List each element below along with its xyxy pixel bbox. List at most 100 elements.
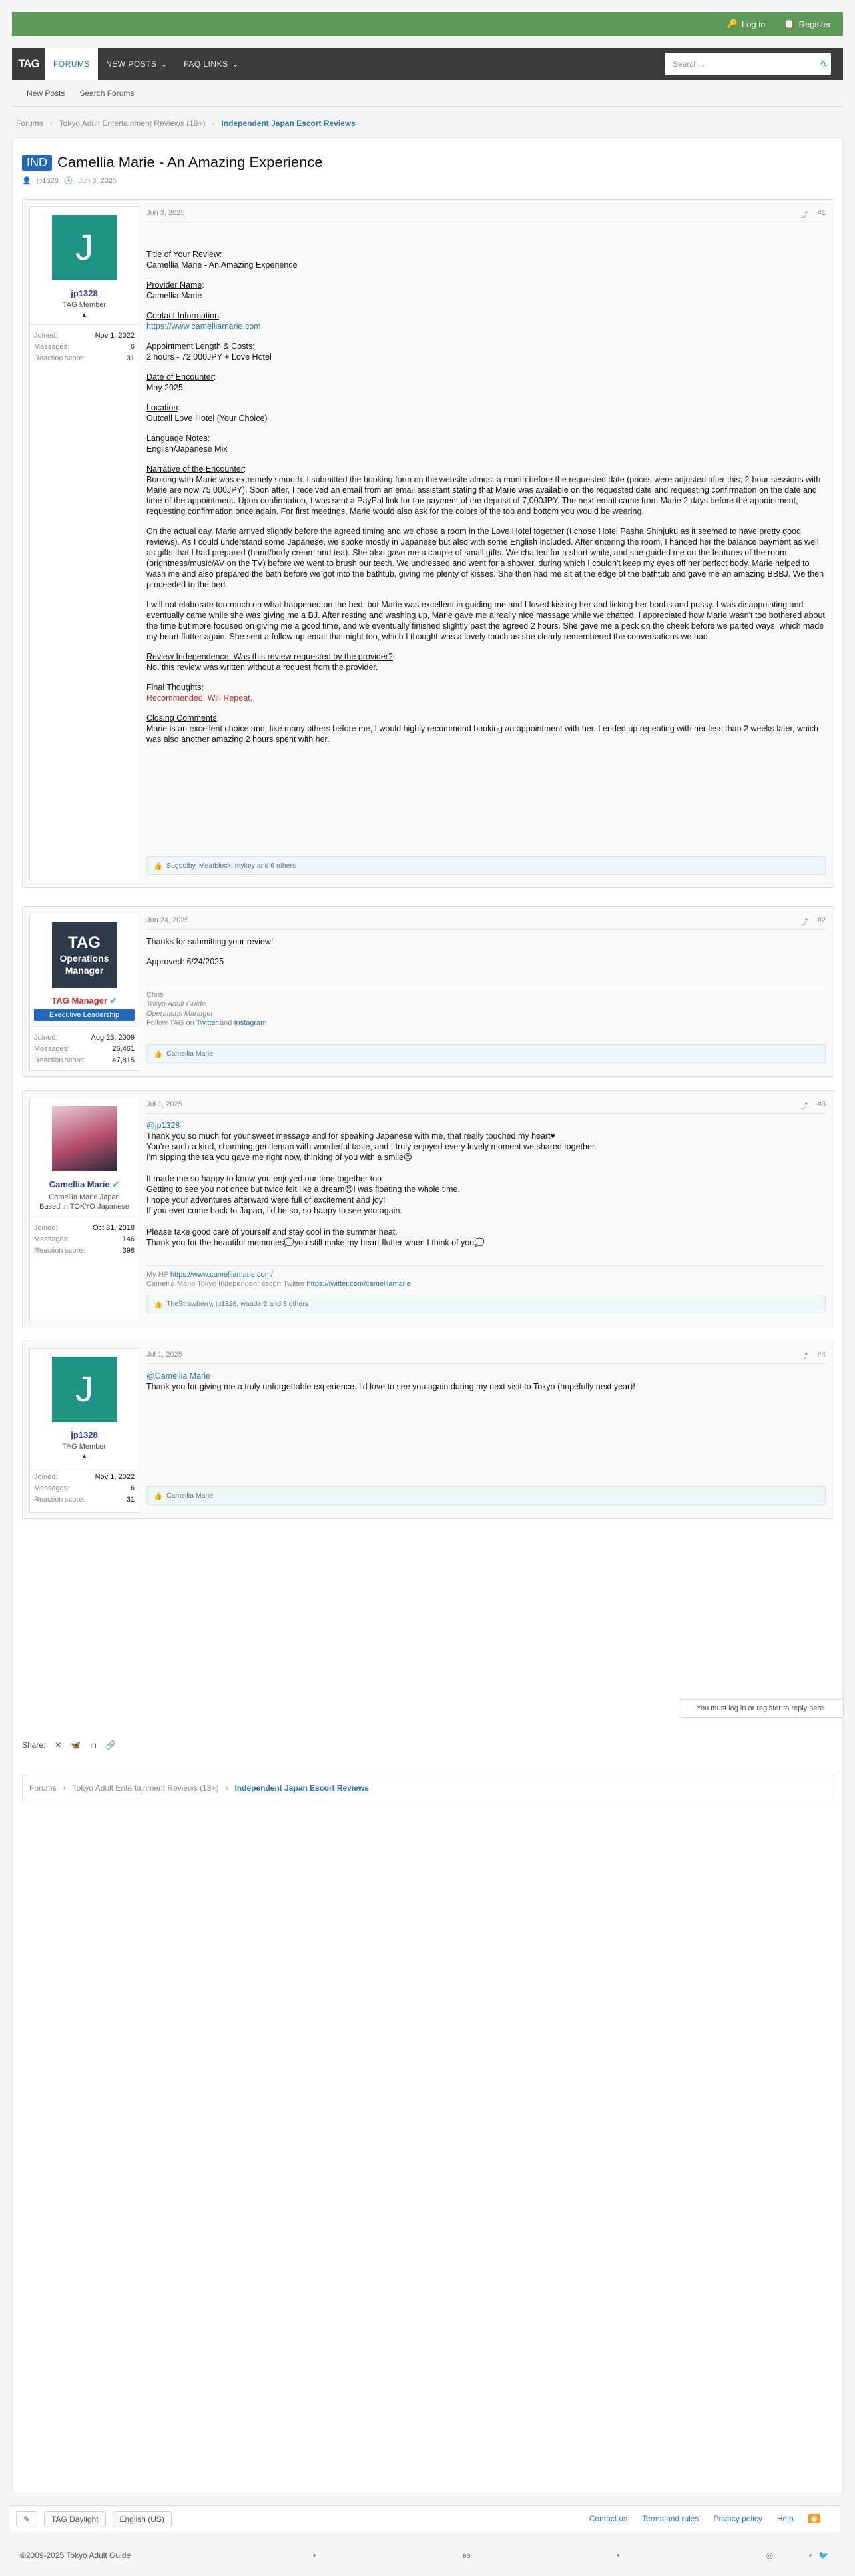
- login-link[interactable]: 🔑 Log in: [727, 19, 766, 29]
- breadcrumb-forums[interactable]: Forums: [16, 119, 43, 128]
- breadcrumb-current[interactable]: Independent Japan Escort Reviews: [221, 119, 355, 128]
- share-icon[interactable]: ⤴: [801, 916, 808, 927]
- linkedin-icon[interactable]: in: [90, 1740, 96, 1750]
- contact-link[interactable]: Contact us: [589, 2514, 627, 2523]
- reactions-bar[interactable]: 👍 Sugodiby, Meatblock, mykey and 6 others: [146, 856, 826, 875]
- page-title: Camellia Marie - An Amazing Experience: [57, 154, 323, 170]
- signature: Chris Tokyo Adult Guide Operations Manag…: [146, 986, 826, 1028]
- privacy-link[interactable]: Privacy policy: [713, 2514, 762, 2523]
- post-number[interactable]: #4: [818, 1351, 826, 1361]
- post-number[interactable]: #2: [818, 916, 826, 927]
- share-icon[interactable]: ⤴: [801, 1351, 808, 1361]
- post-4: J jp1328 TAG Member ▲ Joined: Nov 1, 2022…: [22, 1341, 834, 1519]
- search-icon[interactable]: [812, 57, 827, 71]
- thread-author[interactable]: jp1328: [37, 177, 59, 185]
- homepage-link[interactable]: https://www.camelliamarie.com/: [170, 1271, 273, 1279]
- mention-link[interactable]: @Camellia Marie: [146, 1371, 210, 1381]
- username[interactable]: jp1328: [30, 1430, 139, 1440]
- reactions-bar[interactable]: 👍 Camellia Marie: [146, 1486, 826, 1505]
- tab-new-posts[interactable]: NEW POSTS ⌄: [98, 48, 176, 80]
- post-date[interactable]: Jul 1, 2025: [146, 1100, 182, 1108]
- user-card: Camellia Marie ✔ Camellia Marie Japan Ba…: [29, 1098, 139, 1321]
- twitter-link[interactable]: https://twitter.com/camelliamarie: [307, 1280, 412, 1288]
- avatar[interactable]: J: [51, 1357, 117, 1422]
- share-icon[interactable]: ⤴: [801, 209, 808, 220]
- instagram-link[interactable]: Instagram: [234, 1019, 266, 1027]
- twitter-icon[interactable]: 🐦: [818, 2551, 828, 2560]
- post-header: Jul 1, 2025 ⤴ #4: [146, 1351, 826, 1364]
- avatar[interactable]: J: [51, 215, 117, 280]
- search-input[interactable]: Search...: [665, 53, 831, 75]
- footer-social: • ʚɞ • ◎: [313, 2551, 773, 2560]
- post-header: Jun 24, 2025 ⤴ #2: [146, 916, 826, 930]
- footer-links: Contact us Terms and rules Privacy polic…: [589, 2514, 820, 2523]
- search-forums-link[interactable]: Search Forums: [79, 89, 134, 98]
- post-date[interactable]: Jun 3, 2025: [146, 209, 185, 217]
- tab-forums[interactable]: FORUMS: [45, 48, 98, 80]
- sub-nav: New Posts Search Forums: [12, 80, 843, 107]
- chevron-right-icon: ›: [63, 1783, 66, 1793]
- post-1: J jp1328 TAG Member ▲ Joined: Nov 1, 2022…: [22, 199, 834, 888]
- breadcrumb-current[interactable]: Independent Japan Escort Reviews: [234, 1783, 368, 1793]
- user-stats: Joined: Nov 1, 2022 Messages: 6 Reaction s…: [30, 324, 139, 370]
- breadcrumb-reviews[interactable]: Tokyo Adult Entertainment Reviews (18+): [73, 1783, 219, 1793]
- register-icon: 📋: [784, 19, 795, 29]
- post-date[interactable]: Jul 1, 2025: [146, 1351, 182, 1359]
- username[interactable]: jp1328: [30, 288, 139, 298]
- user-card: TAG Operations Manager TAG Manager ✔ Exe…: [29, 914, 139, 1071]
- post-date[interactable]: Jun 24, 2025: [146, 916, 189, 924]
- bluesky-icon[interactable]: ʚɞ: [462, 2551, 470, 2560]
- post-number[interactable]: #3: [818, 1100, 826, 1111]
- dot-icon: •: [313, 2551, 316, 2560]
- mention-link[interactable]: @jp1328: [146, 1121, 180, 1130]
- reactions-bar[interactable]: 👍 Camellia Marie: [146, 1044, 826, 1063]
- twitter-link[interactable]: Twitter: [196, 1019, 218, 1027]
- prefix-badge[interactable]: IND: [22, 154, 52, 171]
- username[interactable]: Camellia Marie ✔: [30, 1179, 139, 1190]
- edit-icon[interactable]: ✎: [16, 2511, 38, 2527]
- share-icon[interactable]: ⤴: [801, 1100, 808, 1111]
- breadcrumb-forums[interactable]: Forums: [29, 1783, 57, 1793]
- new-posts-link[interactable]: New Posts: [27, 89, 65, 98]
- post-body: Title of Your Review: Camellia Marie - An…: [146, 250, 825, 744]
- instagram-icon[interactable]: ◎: [766, 2551, 773, 2560]
- user-stats: Joined: Nov 1, 2022 Messages: 6 Reaction s…: [30, 1466, 139, 1511]
- tab-faq-links[interactable]: FAQ LINKS ⌄: [176, 48, 247, 80]
- breadcrumb-bottom: Forums › Tokyo Adult Entertainment Revie…: [22, 1775, 834, 1801]
- link-icon[interactable]: 🔗: [106, 1740, 116, 1750]
- chevron-down-icon: ⌄: [232, 59, 240, 69]
- post-number[interactable]: #1: [818, 209, 826, 220]
- narrative-paragraph: I will not elaborate too much on what ha…: [146, 600, 825, 641]
- post-body: @Camellia Marie Thank you for giving me …: [146, 1371, 635, 1391]
- style-chooser[interactable]: TAG Daylight: [44, 2511, 106, 2527]
- bluesky-icon[interactable]: 🦋: [71, 1740, 81, 1750]
- reactions-bar[interactable]: 👍 TheStrawberry, jp1328, waader2 and 3 ot…: [146, 1295, 826, 1313]
- user-title: Camellia Marie Japan Based in TOKYO Japa…: [39, 1193, 129, 1211]
- breadcrumb: Forums › Tokyo Adult Entertainment Revie…: [12, 110, 843, 137]
- copyright: ©2009-2025 Tokyo Adult Guide: [20, 2551, 131, 2560]
- user-stats: Joined: Aug 23, 2009 Messages: 26,461 Reac…: [30, 1026, 139, 1072]
- user-card: J jp1328 TAG Member ▲ Joined: Nov 1, 2022…: [29, 206, 139, 880]
- chevron-down-icon: ⌄: [160, 59, 168, 69]
- footer: ✎ TAG Daylight English (US) Contact us T…: [9, 2505, 840, 2532]
- reply-notice[interactable]: You must log in or register to reply her…: [679, 1699, 844, 1718]
- like-icon: 👍: [154, 1050, 163, 1058]
- username[interactable]: TAG Manager ✔: [30, 996, 139, 1006]
- language-chooser[interactable]: English (US): [112, 2511, 172, 2527]
- thread-date[interactable]: Jun 3, 2025: [78, 177, 117, 185]
- breadcrumb-reviews[interactable]: Tokyo Adult Entertainment Reviews (18+): [59, 119, 206, 128]
- site-logo[interactable]: TAG: [12, 48, 45, 80]
- narrative-paragraph: Booking with Marie was extremely smooth.…: [146, 475, 821, 516]
- contact-link[interactable]: https://www.camelliamarie.com: [146, 322, 261, 331]
- help-link[interactable]: Help: [777, 2514, 794, 2523]
- avatar[interactable]: [51, 1106, 117, 1171]
- post-header: Jul 1, 2025 ⤴ #3: [146, 1100, 826, 1114]
- top-bar: 🔑 Log in 📋 Register: [12, 12, 843, 36]
- x-icon[interactable]: ✕: [55, 1740, 61, 1750]
- avatar[interactable]: TAG Operations Manager: [51, 922, 117, 988]
- rss-icon[interactable]: ◉: [808, 2514, 820, 2523]
- post-3: Camellia Marie ✔ Camellia Marie Japan Ba…: [22, 1090, 834, 1327]
- terms-link[interactable]: Terms and rules: [642, 2514, 699, 2523]
- register-link[interactable]: 📋 Register: [784, 19, 831, 29]
- member-icon: ▲: [81, 1453, 88, 1460]
